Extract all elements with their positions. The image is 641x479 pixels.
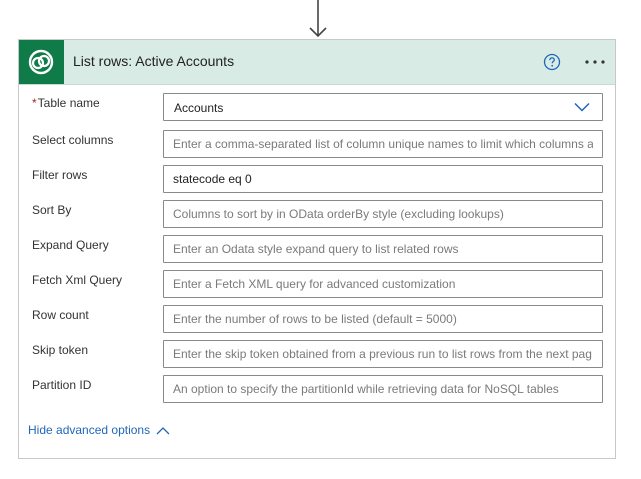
- field-table-name: *Table name Accounts: [19, 93, 615, 123]
- field-sort-by: Sort By: [19, 200, 615, 230]
- expand-query-label: Expand Query: [32, 238, 109, 252]
- skip-token-label: Skip token: [32, 343, 89, 357]
- expand-query-input[interactable]: [163, 235, 603, 263]
- field-partition-id: Partition ID: [19, 375, 615, 405]
- partition-id-input[interactable]: [163, 375, 603, 403]
- hide-advanced-options-link[interactable]: Hide advanced options: [28, 423, 170, 437]
- required-marker: *: [32, 96, 37, 110]
- action-title[interactable]: List rows: Active Accounts: [73, 53, 234, 69]
- field-skip-token: Skip token: [19, 340, 615, 370]
- arrow-down-icon: [309, 0, 327, 38]
- chevron-down-icon: [574, 102, 590, 112]
- help-circle-icon[interactable]: [543, 53, 561, 71]
- partition-id-label: Partition ID: [32, 378, 92, 392]
- action-header[interactable]: List rows: Active Accounts: [19, 40, 615, 85]
- skip-token-input[interactable]: [163, 340, 603, 368]
- field-select-columns: Select columns: [19, 130, 615, 160]
- filter-rows-label: Filter rows: [32, 168, 88, 182]
- table-name-label-text: Table name: [37, 96, 100, 110]
- field-fetch-xml-query: Fetch Xml Query: [19, 270, 615, 300]
- dataverse-logo-icon: [28, 49, 54, 75]
- table-name-value: Accounts: [174, 101, 224, 115]
- hide-advanced-options-label: Hide advanced options: [28, 423, 151, 437]
- table-name-label: *Table name: [32, 96, 100, 110]
- more-ellipsis-icon[interactable]: [581, 50, 609, 74]
- fetch-xml-query-label: Fetch Xml Query: [32, 273, 123, 287]
- connector-logo: [19, 40, 64, 84]
- filter-rows-input[interactable]: [163, 165, 603, 193]
- row-count-label: Row count: [32, 308, 89, 322]
- chevron-up-icon: [156, 427, 170, 435]
- table-name-select[interactable]: Accounts: [163, 93, 603, 121]
- sort-by-input[interactable]: [163, 200, 603, 228]
- select-columns-input[interactable]: [163, 130, 603, 158]
- select-columns-label: Select columns: [32, 133, 114, 147]
- list-rows-action-card: List rows: Active Accounts *Table name A…: [18, 39, 616, 459]
- fetch-xml-query-input[interactable]: [163, 270, 603, 298]
- field-expand-query: Expand Query: [19, 235, 615, 265]
- field-row-count: Row count: [19, 305, 615, 335]
- field-filter-rows: Filter rows: [19, 165, 615, 195]
- row-count-input[interactable]: [163, 305, 603, 333]
- sort-by-label: Sort By: [32, 203, 72, 217]
